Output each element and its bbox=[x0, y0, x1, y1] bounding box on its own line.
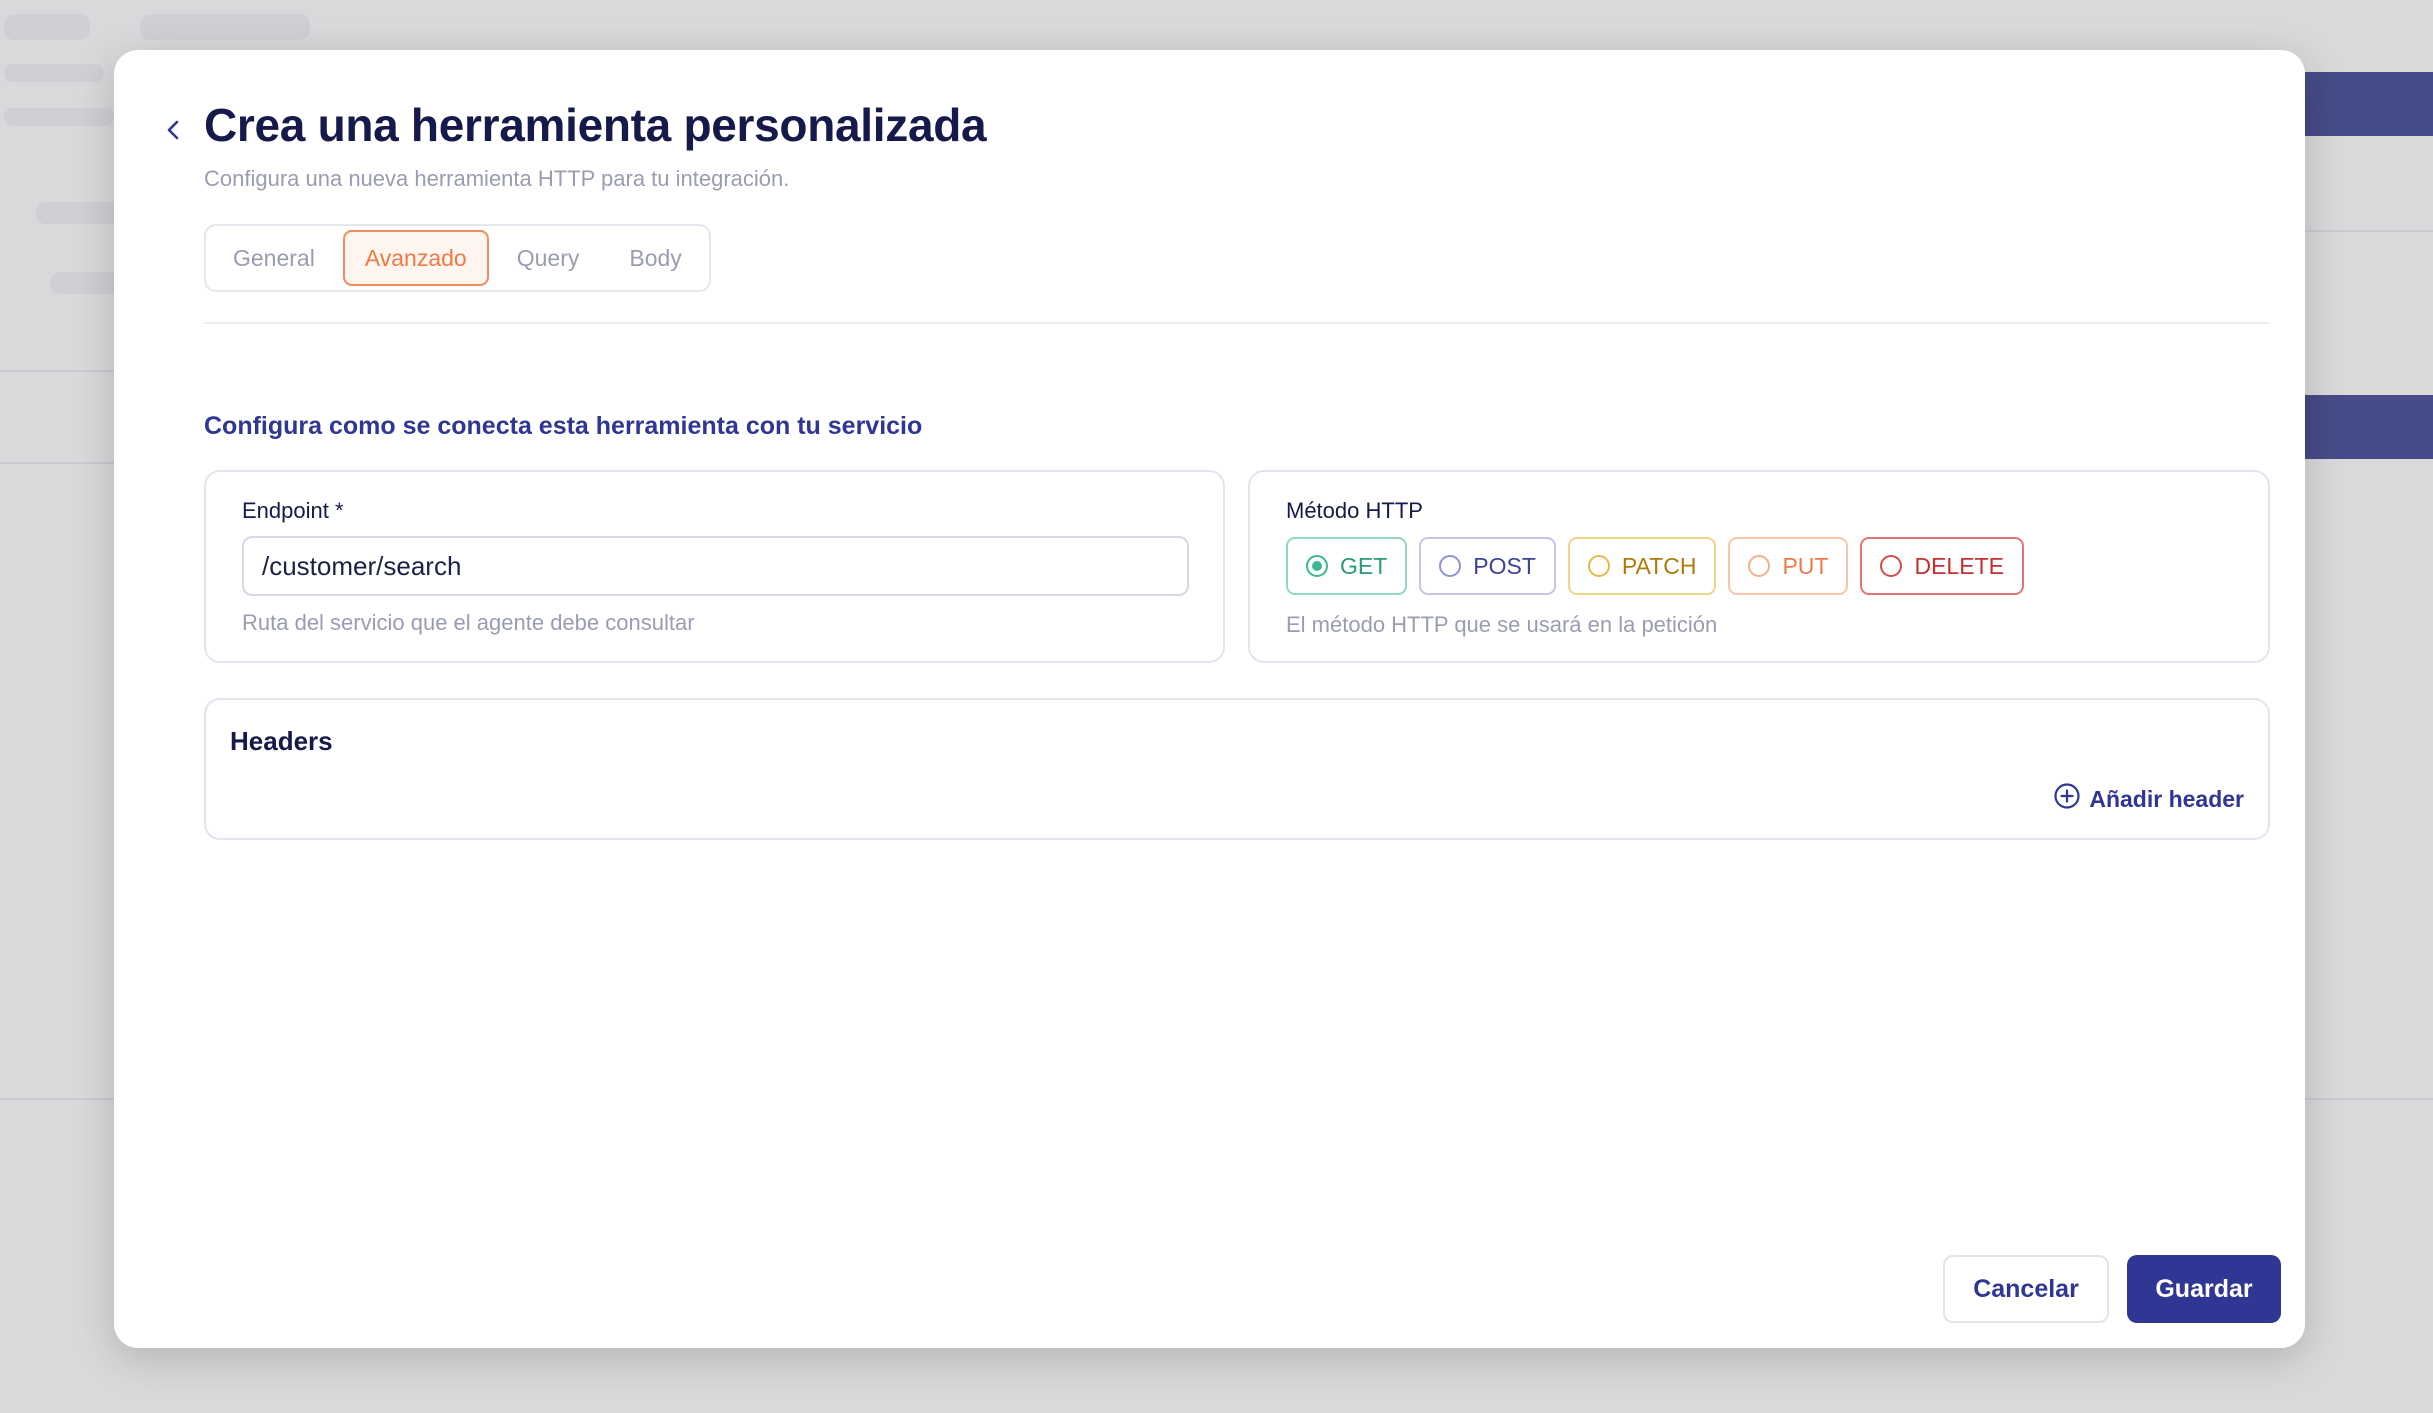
background-divider bbox=[0, 370, 114, 372]
background-text bbox=[4, 64, 104, 82]
headers-card: Headers Añadir header bbox=[204, 698, 2270, 840]
tab-bar: General Avanzado Query Body bbox=[204, 224, 711, 292]
save-button[interactable]: Guardar bbox=[2127, 1255, 2281, 1323]
background-divider bbox=[2305, 230, 2433, 232]
method-option-delete[interactable]: DELETE bbox=[1860, 537, 2024, 595]
background-divider bbox=[0, 462, 114, 464]
radio-unchecked-icon bbox=[1880, 555, 1903, 577]
tab-query[interactable]: Query bbox=[495, 230, 602, 286]
endpoint-label: Endpoint * bbox=[242, 498, 344, 523]
http-method-label: Método HTTP bbox=[1286, 498, 1423, 523]
method-option-get[interactable]: GET bbox=[1286, 537, 1408, 595]
tab-body[interactable]: Body bbox=[607, 230, 703, 286]
background-tab bbox=[140, 14, 310, 40]
radio-unchecked-icon bbox=[1748, 555, 1771, 577]
section-title: Configura como se conecta esta herramien… bbox=[204, 412, 923, 440]
create-tool-modal: Crea una herramienta personalizada Confi… bbox=[114, 50, 2305, 1348]
radio-unchecked-icon bbox=[1439, 555, 1462, 577]
modal-title: Crea una herramienta personalizada bbox=[204, 99, 987, 151]
method-label: POST bbox=[1473, 552, 1536, 579]
chevron-left-icon bbox=[162, 118, 186, 147]
method-label: PUT bbox=[1782, 552, 1829, 579]
radio-unchecked-icon bbox=[1587, 555, 1610, 577]
http-method-help: El método HTTP que se usará en la petici… bbox=[1286, 612, 1718, 637]
endpoint-card: Endpoint * Ruta del servicio que el agen… bbox=[204, 470, 1225, 663]
method-option-post[interactable]: POST bbox=[1419, 537, 1556, 595]
http-method-radio-group: GET POST PATCH PUT DELETE bbox=[1286, 537, 2024, 595]
background-text bbox=[4, 108, 114, 126]
method-label: DELETE bbox=[1914, 552, 2004, 579]
cancel-button[interactable]: Cancelar bbox=[1943, 1255, 2109, 1323]
add-header-label: Añadir header bbox=[2089, 785, 2244, 812]
tab-general[interactable]: General bbox=[211, 230, 337, 286]
background-text bbox=[50, 272, 120, 294]
headers-title: Headers bbox=[230, 726, 333, 756]
plus-circle-icon bbox=[2053, 782, 2081, 816]
endpoint-input[interactable] bbox=[242, 536, 1189, 596]
background-text bbox=[36, 202, 126, 224]
method-label: GET bbox=[1340, 552, 1388, 579]
method-label: PATCH bbox=[1621, 552, 1697, 579]
tab-avanzado[interactable]: Avanzado bbox=[342, 230, 489, 286]
modal-subtitle: Configura una nueva herramienta HTTP par… bbox=[204, 166, 790, 191]
http-method-card: Método HTTP GET POST PATCH PUT DELETE El… bbox=[1248, 470, 2270, 663]
back-button[interactable] bbox=[150, 108, 198, 156]
background-logo bbox=[4, 14, 90, 40]
background-button bbox=[2293, 395, 2433, 459]
background-button bbox=[2293, 72, 2433, 136]
method-option-patch[interactable]: PATCH bbox=[1567, 537, 1717, 595]
method-option-put[interactable]: PUT bbox=[1728, 537, 1849, 595]
add-header-button[interactable]: Añadir header bbox=[2053, 782, 2244, 816]
radio-checked-icon bbox=[1306, 555, 1328, 577]
endpoint-help: Ruta del servicio que el agente debe con… bbox=[242, 610, 695, 635]
header-divider bbox=[204, 322, 2270, 324]
